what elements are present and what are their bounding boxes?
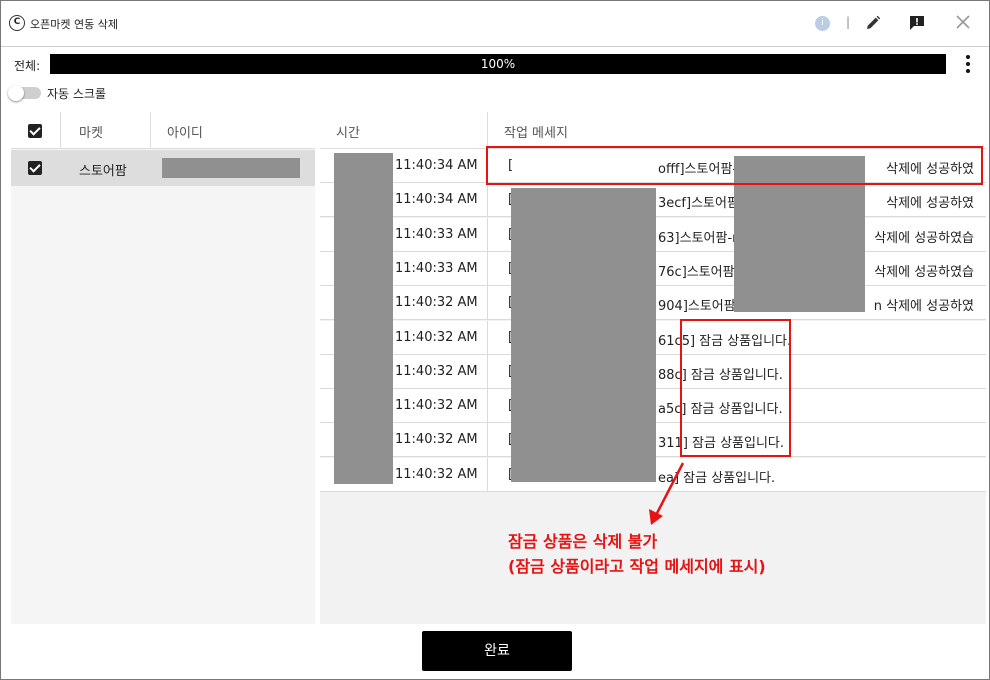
log-time: 11:40:33 AM [395,260,478,276]
annotation-line: (잠금 상품이라고 작업 메세지에 표시) [508,557,766,576]
column-header-id[interactable]: 아이디 [167,122,203,141]
app-logo-icon: C [9,15,25,31]
column-header-time[interactable]: 시간 [336,122,360,141]
toggle-knob [8,85,24,101]
redacted-account-id [162,158,300,178]
column-divider [487,423,488,457]
redacted-block [511,188,656,482]
log-time: 11:40:33 AM [395,226,478,242]
column-divider [487,286,488,320]
window-title: 오픈마켓 연동 삭제 [30,18,118,31]
log-message-result: n 삭제에 성공하였 [873,299,974,315]
highlight-box-locked [680,319,791,457]
annotation-line: 잠금 상품은 삭제 불가 [508,532,658,551]
market-table: 마켓 아이디 스토어팜 [11,112,315,624]
title-separator: | [846,15,851,29]
more-options-icon[interactable] [959,52,977,76]
log-message: 3ecf]스토어팜- [658,196,744,212]
select-all-checkbox[interactable] [28,124,42,138]
column-divider [150,112,151,149]
column-divider [487,217,488,251]
log-message: 76c]스토어팜- [658,264,740,280]
edit-pencil-icon[interactable] [865,15,881,31]
log-time: 11:40:32 AM [395,398,478,414]
market-table-header: 마켓 아이디 [11,112,315,149]
log-time: 11:40:32 AM [395,466,478,482]
log-message-result: 삭제에 성공하였습 [874,230,974,246]
column-divider [487,354,488,388]
column-divider [487,389,488,423]
log-time: 11:40:34 AM [395,158,478,173]
log-time: 11:40:32 AM [395,329,478,345]
close-icon[interactable] [955,14,971,30]
progress-percent-text: 100% [480,57,516,71]
dialog-window: C 오픈마켓 연동 삭제 i | 전체: 100% 자동 스크롤 마켓 아이디 … [0,0,990,680]
market-name: 스토어팜 [79,164,127,179]
auto-scroll-label: 자동 스크롤 [47,87,107,101]
log-message: 63]스토어팜-ra [658,230,746,246]
market-row[interactable]: 스토어팜 [11,150,315,186]
market-row-checkbox[interactable] [28,161,42,175]
auto-scroll-toggle[interactable] [8,85,41,101]
column-divider [487,183,488,217]
report-icon[interactable] [909,15,925,31]
overall-progress-row: 전체: 100% [1,51,989,79]
log-table-header: 시간 작업 메세지 [320,112,986,149]
highlight-box-success [486,146,983,185]
done-button[interactable]: 완료 [422,631,572,671]
annotation-arrow-icon [649,462,685,525]
column-divider [487,457,488,491]
column-header-message[interactable]: 작업 메세지 [504,122,568,141]
annotation-text: 잠금 상품은 삭제 불가 (잠금 상품이라고 작업 메세지에 표시) [508,529,766,579]
overall-progress-bar: 100% [50,54,946,74]
column-divider [487,112,488,149]
column-header-market[interactable]: 마켓 [79,122,103,141]
progress-label: 전체: [14,59,41,73]
log-time: 11:40:32 AM [395,432,478,448]
redacted-block [334,153,393,484]
title-bar: C 오픈마켓 연동 삭제 i | [1,1,989,47]
log-time: 11:40:32 AM [395,363,478,379]
column-divider [60,112,61,149]
log-time: 11:40:32 AM [395,295,478,311]
column-divider [487,251,488,285]
log-time: 11:40:34 AM [395,192,478,208]
info-icon[interactable]: i [815,16,830,31]
log-message-result: 삭제에 성공하였습 [874,264,974,280]
log-message-result: 삭제에 성공하였 [886,196,974,212]
log-message: 904]스토어팜 [658,299,736,315]
column-divider [487,320,488,354]
